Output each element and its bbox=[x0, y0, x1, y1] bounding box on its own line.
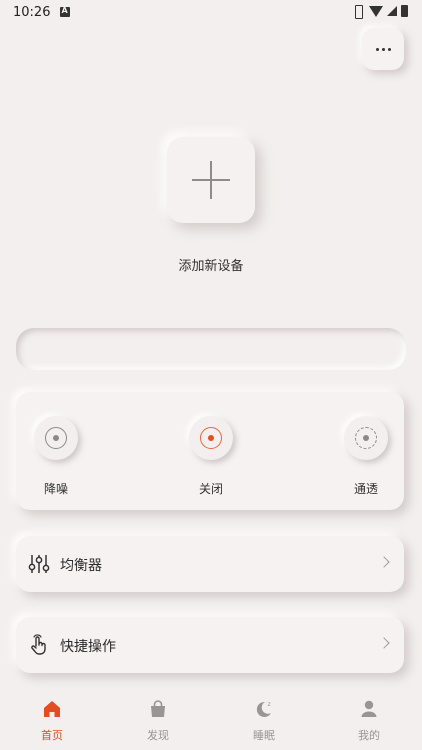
svg-text:z: z bbox=[268, 701, 271, 708]
moon-icon: z bbox=[256, 701, 271, 717]
gesture-icon bbox=[31, 634, 46, 655]
signal-icon bbox=[387, 6, 397, 16]
mode-label: 降噪 bbox=[43, 482, 68, 496]
nav-discover[interactable]: 发现 bbox=[128, 698, 188, 743]
status-bar: 10:26 bbox=[0, 0, 422, 26]
nav-sleep[interactable]: z 睡眠 bbox=[234, 698, 294, 743]
nav-label: 睡眠 bbox=[253, 729, 275, 742]
more-dot-icon bbox=[387, 47, 391, 51]
profile-icon bbox=[361, 700, 377, 717]
add-device-button[interactable] bbox=[167, 137, 255, 223]
more-options-button[interactable] bbox=[362, 28, 404, 70]
nav-profile[interactable]: 我的 bbox=[339, 698, 399, 743]
more-dot-icon bbox=[375, 47, 379, 51]
battery-icon bbox=[401, 5, 408, 17]
off-dot bbox=[208, 435, 214, 441]
more-dot-icon bbox=[381, 47, 385, 51]
noise-mode-card: 降噪 关闭 通透 bbox=[16, 392, 404, 510]
chevron-right-icon bbox=[378, 556, 390, 568]
equalizer-icon bbox=[28, 555, 50, 573]
transparency-dot bbox=[363, 435, 369, 441]
add-device-label: 添加新设备 bbox=[178, 259, 244, 274]
chevron-right-icon bbox=[378, 637, 390, 649]
plus-icon bbox=[192, 161, 230, 199]
device-status-bar bbox=[16, 328, 406, 370]
anc-button[interactable] bbox=[34, 416, 78, 460]
nav-home[interactable]: 首页 bbox=[22, 698, 82, 743]
nav-label: 首页 bbox=[41, 729, 63, 742]
notification-a-icon bbox=[60, 6, 70, 17]
wifi-icon bbox=[369, 5, 383, 17]
mode-label: 关闭 bbox=[198, 482, 223, 496]
status-time: 10:26 bbox=[13, 5, 51, 20]
equalizer-label: 均衡器 bbox=[60, 558, 102, 574]
quick-actions-label: 快捷操作 bbox=[60, 639, 116, 655]
mode-off[interactable]: 关闭 bbox=[181, 416, 241, 497]
home-icon bbox=[44, 701, 60, 717]
vibrate-icon bbox=[351, 5, 365, 19]
mode-label: 通透 bbox=[353, 482, 378, 496]
status-icons bbox=[351, 5, 408, 19]
off-button[interactable] bbox=[189, 416, 233, 460]
equalizer-row[interactable]: 均衡器 bbox=[16, 536, 404, 592]
nav-label: 我的 bbox=[358, 729, 380, 742]
quick-actions-row[interactable]: 快捷操作 bbox=[16, 617, 404, 673]
nav-label: 发现 bbox=[147, 729, 169, 742]
bag-icon bbox=[151, 700, 165, 717]
mode-anc[interactable]: 降噪 bbox=[26, 416, 86, 497]
anc-dot bbox=[53, 435, 59, 441]
mode-transparency[interactable]: 通透 bbox=[336, 416, 396, 497]
bottom-navigation: 首页 发现 z 睡眠 我的 bbox=[0, 692, 422, 750]
transparency-button[interactable] bbox=[344, 416, 388, 460]
